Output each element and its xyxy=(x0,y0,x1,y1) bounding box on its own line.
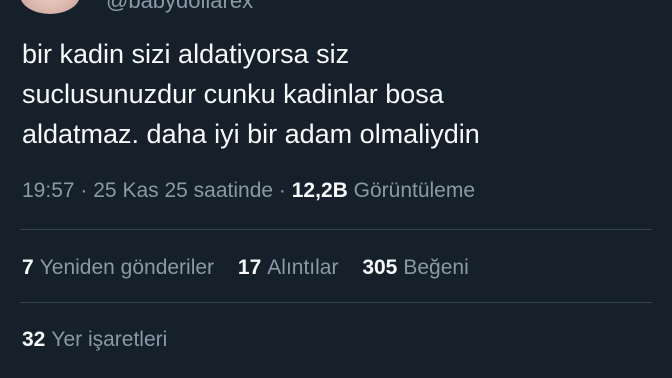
tweet-line: aldatmaz. daha iyi bir adam olmaliydin xyxy=(22,119,480,149)
divider xyxy=(20,302,652,303)
meta-separator: · xyxy=(80,179,88,202)
reposts-stat[interactable]: 7 Yeniden gönderiler xyxy=(22,255,214,281)
quotes-count: 17 xyxy=(237,256,262,279)
likes-label: Beğeni xyxy=(403,256,469,279)
meta-separator: · xyxy=(278,179,286,202)
reposts-count: 7 xyxy=(22,256,34,279)
quotes-label: Alıntılar xyxy=(267,256,339,279)
views-count: 12,2B xyxy=(291,179,348,202)
engagement-stats: 7 Yeniden gönderiler 17 Alıntılar 305 Beğen… xyxy=(22,255,487,281)
views-label: Görüntüleme xyxy=(353,179,476,202)
reposts-label: Yeniden gönderiler xyxy=(39,256,215,279)
author-handle[interactable]: @babydollarex xyxy=(106,0,253,14)
tweet-meta: 19:57 · 25 Kas 25 saatinde · 12,2B Görün… xyxy=(22,178,475,204)
quotes-stat[interactable]: 17 Alıntılar xyxy=(238,255,339,281)
bookmarks-count: 32 xyxy=(22,328,46,351)
tweet-date[interactable]: 25 Kas 25 saatinde xyxy=(93,179,273,202)
tweet-line: suclusunuzdur cunku kadinlar bosa xyxy=(22,79,444,109)
tweet-line: bir kadin sizi aldatiyorsa siz xyxy=(22,39,350,69)
tweet-detail: @babydollarex bir kadin sizi aldatiyorsa… xyxy=(0,0,672,378)
likes-count: 305 xyxy=(362,256,398,279)
divider xyxy=(20,229,652,230)
avatar[interactable] xyxy=(20,0,80,14)
tweet-text: bir kadin sizi aldatiyorsa siz suclusunu… xyxy=(22,34,662,154)
tweet-time[interactable]: 19:57 xyxy=(22,179,75,202)
bookmarks-label: Yer işaretleri xyxy=(51,328,168,351)
bookmarks-stat[interactable]: 32 Yer işaretleri xyxy=(22,327,167,353)
likes-stat[interactable]: 305 Beğeni xyxy=(362,255,468,281)
bookmark-stats: 32 Yer işaretleri xyxy=(22,327,185,353)
